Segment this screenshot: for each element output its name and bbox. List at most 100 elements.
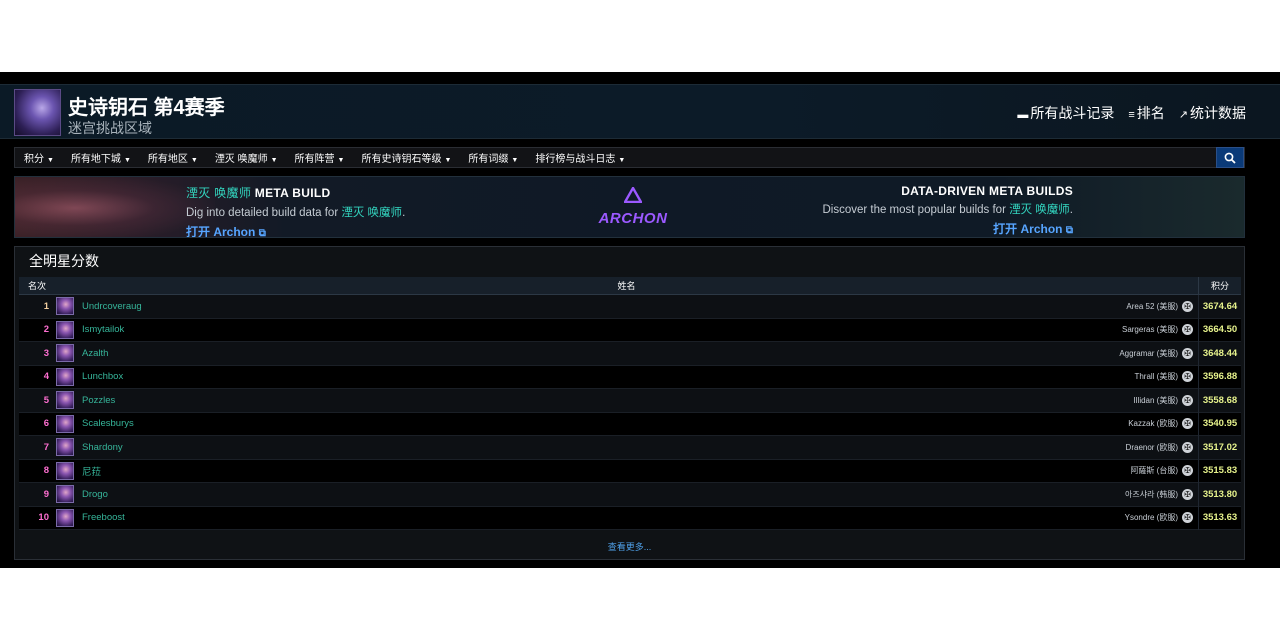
realm-label: Thrall (美服)	[1134, 372, 1178, 382]
view-more-link[interactable]: 查看更多...	[15, 540, 1244, 553]
table-row[interactable]: 2 Ismytailok Sargeras (美服) ✠ 3664.50	[19, 318, 1241, 342]
spec-icon	[56, 485, 74, 504]
table-row[interactable]: 8 尼菈 阿薩斯 (台服) ✠ 3515.83	[19, 459, 1241, 483]
score-value: 3517.02	[1198, 435, 1241, 459]
table-row[interactable]: 6 Scalesburys Kazzak (欧服) ✠ 3540.95	[19, 412, 1241, 436]
archon-triangle-icon	[622, 185, 644, 204]
chevron-down-icon: ▼	[511, 157, 519, 164]
score-value: 3648.44	[1198, 341, 1241, 365]
banner-right: DATA-DRIVEN META BUILDS Discover the mos…	[822, 184, 1073, 237]
statistics-link[interactable]: ↗ 统计数据	[1179, 103, 1246, 123]
nav-affix-dropdown[interactable]: 所有词缀 ▼	[459, 150, 526, 165]
rankings-table: 名次 姓名 积分 1 Undrcoveraug Area 52 (美服) ✠ 3674.…	[19, 276, 1241, 530]
nav-metric-dropdown[interactable]: 积分 ▼	[15, 150, 62, 165]
spec-icon	[56, 508, 74, 527]
page-subtitle: 迷宫挑战区域	[68, 120, 152, 136]
banner-left-desc-class: 湮灭 唤魔师	[341, 207, 403, 219]
filter-navbar: 积分 ▼ 所有地下城 ▼ 所有地区 ▼ 湮灭 唤魔师 ▼ 所有阵营 ▼ 所有史诗钥石等级 ▼…	[14, 147, 1245, 168]
nav-dungeon-dropdown[interactable]: 所有地下城 ▼	[62, 150, 139, 165]
archon-logo: ARCHON	[589, 185, 677, 227]
table-row[interactable]: 10 Freeboost Ysondre (欧服) ✠ 3513.63	[19, 506, 1241, 530]
player-name-link[interactable]: Scalesburys	[82, 418, 1128, 429]
nav-keylevel-label: 所有史诗钥石等级	[361, 154, 442, 165]
nav-spec-dropdown[interactable]: 湮灭 唤魔师 ▼	[206, 150, 286, 165]
player-name-link[interactable]: Lunchbox	[82, 371, 1134, 382]
player-name-link[interactable]: Shardony	[82, 442, 1126, 453]
faction-icon: ✠	[1182, 488, 1193, 500]
player-name-link[interactable]: Drogo	[82, 489, 1125, 500]
table-icon: ▬	[1017, 109, 1029, 121]
faction-icon: ✠	[1182, 418, 1193, 430]
banner-left: 湮灭 唤魔师 META BUILD Dig into detailed buil…	[186, 184, 405, 238]
page-header: 史诗钥石 第4赛季 迷宫挑战区域 ▬ 所有战斗记录 ≡ 排名 ↗ 统计数据	[0, 84, 1280, 139]
chevron-down-icon: ▼	[190, 157, 198, 164]
banner-left-desc: Dig into detailed build data for	[186, 207, 342, 219]
row-rank: 2	[43, 324, 49, 336]
table-row[interactable]: 5 Pozzles Illidan (美服) ✠ 3558.68	[19, 388, 1241, 413]
header-links: ▬ 所有战斗记录 ≡ 排名 ↗ 统计数据	[1017, 103, 1246, 123]
banner-right-desc-class: 湮灭 唤魔师	[1009, 204, 1070, 216]
realm-label: Illidan (美服)	[1133, 395, 1178, 405]
nav-metric-label: 积分	[24, 154, 44, 165]
realm-label: 아즈샤라 (韩服)	[1125, 489, 1178, 499]
score-value: 3674.64	[1198, 294, 1241, 318]
all-fights-label: 所有战斗记录	[1030, 105, 1115, 121]
nav-leaderboard-dropdown[interactable]: 排行榜与战斗日志 ▼	[526, 150, 633, 165]
faction-icon: ✠	[1182, 324, 1193, 336]
chart-icon: ↗	[1178, 109, 1188, 121]
score-value: 3558.68	[1198, 388, 1241, 412]
row-rank: 1	[43, 300, 49, 312]
table-row[interactable]: 9 Drogo 아즈샤라 (韩服) ✠ 3513.80	[19, 482, 1241, 507]
nav-dungeon-label: 所有地下城	[70, 154, 121, 165]
archon-logo-text: ARCHON	[598, 210, 668, 227]
row-rank: 9	[43, 488, 49, 500]
player-name-link[interactable]: Freeboost	[82, 512, 1125, 523]
spec-icon	[56, 391, 74, 410]
rankings-link[interactable]: ≡ 排名	[1128, 103, 1164, 123]
nav-keylevel-dropdown[interactable]: 所有史诗钥石等级 ▼	[352, 150, 459, 165]
player-name-link[interactable]: Undrcoveraug	[82, 301, 1126, 312]
banner-right-desc-end: .	[1069, 204, 1073, 216]
nav-faction-label: 所有阵营	[294, 154, 335, 165]
col-score-header[interactable]: 积分	[1198, 276, 1241, 295]
table-row[interactable]: 1 Undrcoveraug Area 52 (美服) ✠ 3674.64	[19, 294, 1241, 319]
external-link-icon: ⧉	[258, 228, 266, 238]
row-rank: 8	[43, 465, 49, 477]
nav-region-dropdown[interactable]: 所有地区 ▼	[139, 150, 206, 165]
realm-label: Kazzak (欧服)	[1128, 419, 1178, 429]
player-name-link[interactable]: 尼菈	[82, 464, 1130, 478]
player-name-link[interactable]: Pozzles	[82, 395, 1134, 406]
table-row[interactable]: 7 Shardony Draenor (欧服) ✠ 3517.02	[19, 435, 1241, 460]
all-fights-link[interactable]: ▬ 所有战斗记录	[1017, 103, 1114, 123]
player-name-link[interactable]: Azalth	[82, 348, 1119, 359]
search-button[interactable]	[1216, 147, 1244, 168]
nav-faction-dropdown[interactable]: 所有阵营 ▼	[286, 150, 353, 165]
page-title: 史诗钥石 第4赛季	[68, 97, 225, 119]
banner-art	[15, 177, 215, 237]
spec-icon	[56, 461, 74, 480]
row-rank: 5	[43, 394, 49, 406]
open-archon-link-right[interactable]: 打开 Archon ⧉	[822, 220, 1073, 237]
list-icon: ≡	[1128, 109, 1135, 121]
search-icon	[1224, 152, 1236, 164]
zone-icon	[14, 89, 61, 136]
score-value: 3513.63	[1198, 506, 1241, 530]
player-name-link[interactable]: Ismytailok	[82, 324, 1122, 335]
nav-region-label: 所有地区	[147, 154, 188, 165]
open-archon-link-left[interactable]: 打开 Archon ⧉	[186, 223, 405, 238]
table-row[interactable]: 4 Lunchbox Thrall (美服) ✠ 3596.88	[19, 365, 1241, 389]
faction-icon: ✠	[1182, 394, 1193, 406]
banner-left-class: 湮灭 唤魔师	[186, 186, 252, 200]
realm-label: Draenor (欧服)	[1125, 442, 1178, 452]
rankings-label: 排名	[1136, 105, 1165, 121]
panel-title: 全明星分数	[29, 253, 99, 269]
col-rank-header[interactable]: 名次	[19, 279, 55, 292]
chevron-down-icon: ▼	[337, 157, 345, 164]
external-link-icon: ⧉	[1065, 225, 1073, 236]
archon-banner[interactable]: 湮灭 唤魔师 META BUILD Dig into detailed buil…	[14, 176, 1245, 238]
table-row[interactable]: 3 Azalth Aggramar (美服) ✠ 3648.44	[19, 341, 1241, 366]
nav-affix-label: 所有词缀	[468, 154, 509, 165]
spec-icon	[56, 438, 74, 457]
score-value: 3664.50	[1198, 318, 1241, 342]
col-name-header[interactable]: 姓名	[55, 279, 1198, 292]
